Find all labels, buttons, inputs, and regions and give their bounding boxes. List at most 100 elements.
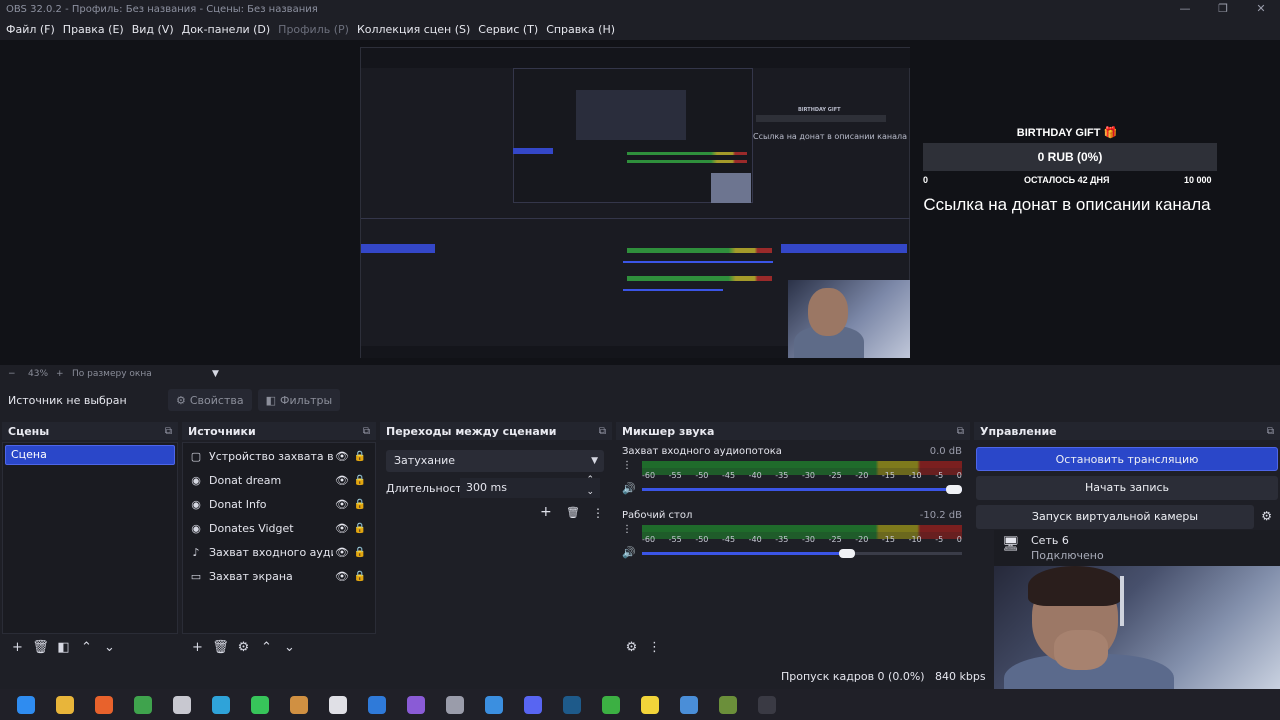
gear-icon[interactable]: ⚙ <box>232 640 255 655</box>
obs-icon[interactable] <box>747 689 786 720</box>
duration-input[interactable]: 300 ms ⌃ ⌄ <box>460 475 600 498</box>
speaker-icon[interactable]: 🔊 <box>622 546 636 559</box>
source-item[interactable]: ▢ Устройство захвата видео 👁 🔒 <box>187 445 371 467</box>
gear-icon[interactable]: ⚙ <box>1261 509 1272 523</box>
minecraft-icon[interactable] <box>708 689 747 720</box>
sources-list: ▢ Устройство захвата видео 👁 🔒 ◉ Donat d… <box>182 442 376 634</box>
source-item[interactable]: ♪ Захват входного аудиопотока 👁 🔒 <box>187 541 371 563</box>
scene-item-selected[interactable]: Сцена <box>5 445 175 465</box>
scenes-title: Сцены <box>8 424 50 438</box>
preview-canvas[interactable]: BIRTHDAY GIFT Ссылка на донат в описании… <box>360 47 910 358</box>
properties-button[interactable]: ⚙ Свойства <box>168 389 252 411</box>
source-item[interactable]: ◉ Donat dream 👁 🔒 <box>187 469 371 491</box>
eye-icon[interactable]: 👁 <box>333 522 351 535</box>
eye-icon[interactable]: 👁 <box>333 498 351 511</box>
more-icon[interactable]: ⋮ <box>622 524 632 535</box>
monitor-icon: ▭ <box>190 569 202 583</box>
float-icon[interactable]: ⧉ <box>957 426 964 437</box>
float-icon[interactable]: ⧉ <box>165 426 172 437</box>
scale-tick-label: -50 <box>695 471 709 480</box>
eye-icon[interactable]: 👁 <box>333 474 351 487</box>
virtual-camera-button[interactable]: Запуск виртуальной камеры <box>976 505 1254 529</box>
source-item[interactable]: ◉ Donat Info 👁 🔒 <box>187 493 371 515</box>
steam-icon[interactable] <box>552 689 591 720</box>
menu-file[interactable]: Файл (F) <box>2 23 59 36</box>
spin-up-icon[interactable]: ⌃ <box>586 474 594 486</box>
channel-name: Рабочий стол <box>622 510 693 521</box>
lock-icon[interactable]: 🔒 <box>351 499 369 510</box>
transition-select[interactable]: Затухание ▼ <box>386 450 604 472</box>
filters-button[interactable]: ◧ Фильтры <box>257 389 341 411</box>
app-window-icon[interactable] <box>474 689 513 720</box>
windows-start-icon[interactable] <box>6 689 45 720</box>
lock-icon[interactable]: 🔒 <box>351 451 369 462</box>
volume-slider[interactable] <box>642 485 962 494</box>
eye-icon[interactable]: 👁 <box>333 570 351 583</box>
visual-studio-icon[interactable] <box>396 689 435 720</box>
add-icon[interactable]: + <box>186 640 209 655</box>
sticky-note-icon[interactable] <box>630 689 669 720</box>
folder-app-icon[interactable] <box>279 689 318 720</box>
menu-edit[interactable]: Правка (E) <box>59 23 128 36</box>
add-icon[interactable]: + <box>540 504 552 520</box>
app-cube-icon[interactable] <box>162 689 201 720</box>
maximize-icon[interactable]: ❐ <box>1204 0 1242 18</box>
float-icon[interactable]: ⧉ <box>1267 426 1274 437</box>
speaker-icon[interactable]: 🔊 <box>622 482 636 495</box>
add-icon[interactable]: + <box>6 640 29 655</box>
more-icon[interactable]: ⋮ <box>622 460 632 471</box>
start-record-button[interactable]: Начать запись <box>976 476 1278 500</box>
more-icon[interactable]: ⋮ <box>643 640 666 655</box>
volume-slider[interactable] <box>642 549 962 558</box>
menu-view[interactable]: Вид (V) <box>128 23 178 36</box>
lock-icon[interactable]: 🔒 <box>351 475 369 486</box>
close-icon[interactable]: ✕ <box>1242 0 1280 18</box>
vscode-icon[interactable] <box>357 689 396 720</box>
file-explorer-icon[interactable] <box>45 689 84 720</box>
chevron-up-icon[interactable]: ⌃ <box>255 640 278 655</box>
settings-icon[interactable]: ⚙ <box>620 640 643 655</box>
more-icon[interactable]: ⋮ <box>592 506 604 520</box>
firefox-icon[interactable] <box>84 689 123 720</box>
spin-down-icon[interactable]: ⌄ <box>586 486 594 498</box>
chevron-up-icon[interactable]: ⌃ <box>75 640 98 655</box>
eye-icon[interactable]: 👁 <box>333 546 351 559</box>
lock-icon[interactable]: 🔒 <box>351 523 369 534</box>
float-icon[interactable]: ⧉ <box>363 426 370 437</box>
mixer-channel: Захват входного аудиопотока 0.0 dB ⋮ -60… <box>622 446 962 506</box>
scale-tick-label: -25 <box>828 471 842 480</box>
source-item[interactable]: ◉ Donates Vidget 👁 🔒 <box>187 517 371 539</box>
menu-tools[interactable]: Сервис (T) <box>474 23 542 36</box>
whatsapp-icon[interactable] <box>240 689 279 720</box>
usb-icon[interactable] <box>435 689 474 720</box>
menu-help[interactable]: Справка (H) <box>542 23 619 36</box>
minimize-icon[interactable]: — <box>1166 0 1204 18</box>
app-s-icon[interactable] <box>318 689 357 720</box>
float-icon[interactable]: ⧉ <box>599 426 606 437</box>
stop-stream-button[interactable]: Остановить трансляцию <box>976 447 1278 471</box>
trash-icon[interactable]: 🗑 <box>29 640 52 655</box>
xbox-icon[interactable] <box>591 689 630 720</box>
chrome-icon[interactable] <box>123 689 162 720</box>
calculator-icon[interactable] <box>669 689 708 720</box>
eye-icon[interactable]: 👁 <box>333 450 351 463</box>
filter-icon[interactable]: ◧ <box>52 640 75 655</box>
trash-icon[interactable]: 🗑 <box>209 640 232 655</box>
zoom-mode[interactable]: По размеру окна <box>72 369 212 379</box>
level-meter <box>642 525 962 532</box>
network-notification[interactable]: 🖥 Сеть 6 Подключено <box>994 530 1280 566</box>
lock-icon[interactable]: 🔒 <box>351 571 369 582</box>
trash-icon[interactable]: 🗑 <box>566 506 580 519</box>
menu-scene-collection[interactable]: Коллекция сцен (S) <box>353 23 474 36</box>
discord-icon[interactable] <box>513 689 552 720</box>
gift-remaining-label: ОСТАЛОСЬ 42 ДНЯ <box>1024 175 1110 185</box>
telegram-icon[interactable] <box>201 689 240 720</box>
zoom-dropdown-icon[interactable]: ▼ <box>212 369 219 379</box>
zoom-out-button[interactable]: − <box>8 369 24 379</box>
lock-icon[interactable]: 🔒 <box>351 547 369 558</box>
menu-docks[interactable]: Док-панели (D) <box>178 23 275 36</box>
chevron-down-icon[interactable]: ⌄ <box>98 640 121 655</box>
chevron-down-icon[interactable]: ⌄ <box>278 640 301 655</box>
source-item[interactable]: ▭ Захват экрана 👁 🔒 <box>187 565 371 587</box>
zoom-in-button[interactable]: + <box>56 369 72 379</box>
